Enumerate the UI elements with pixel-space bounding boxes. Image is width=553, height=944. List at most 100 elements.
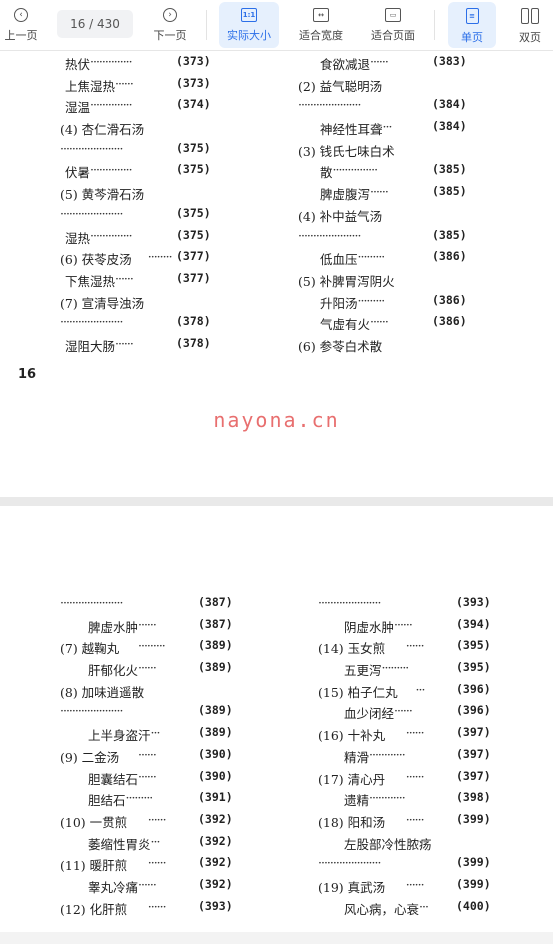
toc-entry[interactable]: (7) 越鞠丸 ········· (389) <box>60 638 240 660</box>
toc-entry[interactable]: 胆囊结石 ······ (390) <box>60 769 240 791</box>
toc-entry[interactable]: (14) 玉女煎 ······ (395) <box>318 638 498 660</box>
toolbar-divider <box>206 10 207 40</box>
toc-entry[interactable]: 热伏 ·············· (373) <box>60 54 220 76</box>
toc-entry-title: (11) 暖肝煎 <box>60 858 128 874</box>
toc-entry[interactable]: 精滑 ············ (397) <box>318 747 498 769</box>
double-page-button[interactable]: 双页 <box>508 2 552 48</box>
toc-entry[interactable]: (10) 一贯煎 ······ (392) <box>60 812 240 834</box>
toc-entry[interactable]: 湿阻大肠 ······ (378) <box>60 336 220 358</box>
toc-entry-leader: ·············· <box>90 227 133 243</box>
toc-entry-page: (377) <box>176 270 211 285</box>
fit-page-button[interactable]: ▭ 适合页面 <box>363 2 423 48</box>
toc-entry[interactable]: 下焦湿热 ······ (377) <box>60 271 220 293</box>
toc-entry[interactable]: (4) 补中益气汤 <box>298 206 478 228</box>
toc-entry[interactable]: 肝郁化火 ······ (389) <box>60 660 240 682</box>
toc-entry-leader: ··············· <box>332 162 379 178</box>
toc-entry-page: (384) <box>432 97 467 112</box>
toc-entry[interactable]: (6) 茯苓皮汤 ········ (377) <box>60 249 220 271</box>
toc-entry-title: (9) 二金汤 <box>60 749 120 765</box>
single-page-button[interactable]: ≡ 单页 <box>448 2 496 48</box>
toc-entry[interactable]: (18) 阳和汤 ······ (399) <box>318 812 498 834</box>
toc-entry[interactable]: ····················· (375) <box>60 206 220 228</box>
toc-entry[interactable]: 湿温 ·············· (374) <box>60 97 220 119</box>
toc-entry[interactable]: 升阳汤 ········· (386) <box>298 293 478 315</box>
prev-page-button[interactable]: ‹ 上一页 <box>0 2 42 48</box>
toc-entry[interactable]: (17) 清心丹 ······ (397) <box>318 769 498 791</box>
toc-entry[interactable]: 伏暑 ·············· (375) <box>60 162 220 184</box>
toc-entry[interactable]: (16) 十补丸 ······ (397) <box>318 725 498 747</box>
toc-entry-title: (10) 一贯煎 <box>60 814 128 830</box>
toc-entry[interactable]: 散 ··············· (385) <box>298 162 478 184</box>
double-page-icon <box>521 8 539 24</box>
toc-entry[interactable]: ····················· (387) <box>60 595 240 617</box>
toc-entry[interactable]: ····················· (385) <box>298 228 478 250</box>
toc-entry[interactable]: (9) 二金汤 ······ (390) <box>60 747 240 769</box>
toc-entry-page: (393) <box>198 898 233 913</box>
toc-entry[interactable]: ····················· (389) <box>60 703 240 725</box>
toc-entry[interactable]: 萎缩性胃炎 ··· (392) <box>60 834 240 856</box>
toc-entry[interactable]: (5) 黄芩滑石汤 <box>60 184 220 206</box>
toc-entry[interactable]: (12) 化肝煎 ······ (393) <box>60 899 240 921</box>
toc-entry[interactable]: 风心病，心衰 ··· (400) <box>318 899 498 921</box>
toc-entry[interactable]: (4) 杏仁滑石汤 <box>60 119 220 141</box>
toc-entry[interactable]: ····················· (399) <box>318 855 498 877</box>
toc-entry-title: 伏暑 <box>65 165 91 181</box>
toc-entry-leader: ··· <box>382 119 393 135</box>
page-counter[interactable]: 16 / 430 <box>57 10 133 38</box>
toc-entry-title: (3) 钱氏七味白术 <box>298 143 395 159</box>
toc-entry[interactable]: 左股部冷性脓疡 <box>318 834 498 856</box>
toc-entry[interactable]: ····················· (375) <box>60 141 220 163</box>
toc-entry[interactable]: 血少闭经 ······ (396) <box>318 703 498 725</box>
toc-entry-title: (14) 玉女煎 <box>318 641 386 657</box>
toc-entry[interactable]: 睾丸冷痛 ······ (392) <box>60 877 240 899</box>
toc-entry-leader: ·············· <box>90 162 133 178</box>
toc-entry-leader: ······ <box>394 616 413 632</box>
toc-entry[interactable]: (5) 补脾胃泻阴火 <box>298 271 478 293</box>
toc-entry[interactable]: (15) 柏子仁丸 ··· (396) <box>318 682 498 704</box>
toc-entry[interactable]: ····················· (378) <box>60 314 220 336</box>
prev-page-label: 上一页 <box>4 29 38 42</box>
toc-entry-title: (2) 益气聪明汤 <box>298 78 383 94</box>
toc-entry[interactable]: 脾虚水肿 ······ (387) <box>60 617 240 639</box>
toc-entry[interactable]: 神经性耳聋 ··· (384) <box>298 119 478 141</box>
toc-entry[interactable]: (8) 加味逍遥散 <box>60 682 240 704</box>
toc-entry-title: 上半身盗汗 <box>88 728 151 744</box>
toc-entry[interactable]: (11) 暖肝煎 ······ (392) <box>60 855 240 877</box>
toc-entry[interactable]: ····················· (384) <box>298 97 478 119</box>
toc-entry-page: (391) <box>198 790 233 805</box>
toc-entry[interactable]: 遗精 ············ (398) <box>318 790 498 812</box>
toc-entry[interactable]: 胆结石 ········· (391) <box>60 790 240 812</box>
toc-entry[interactable]: 食欲减退 ······ (383) <box>298 54 478 76</box>
toolbar-divider <box>434 10 435 40</box>
toc-entry-page: (397) <box>456 746 491 761</box>
toc-entry-page: (375) <box>176 205 211 220</box>
toc-entry[interactable]: 阴虚水肿 ······ (394) <box>318 617 498 639</box>
toc-entry-leader: ······ <box>405 876 425 892</box>
toc-entry[interactable]: ····················· (393) <box>318 595 498 617</box>
toc-entry[interactable]: 湿热 ·············· (375) <box>60 228 220 250</box>
toc-entry-page: (396) <box>456 681 491 696</box>
toc-entry-title: 脾虚水肿 <box>88 619 139 635</box>
toc-entry-page: (385) <box>432 227 467 242</box>
chevron-right-icon: › <box>163 8 177 22</box>
toc-entry[interactable]: 上焦湿热 ······ (373) <box>60 76 220 98</box>
toc-entry-page: (394) <box>456 616 491 631</box>
toc-entry[interactable]: 低血压 ········· (386) <box>298 249 478 271</box>
toc-entry[interactable]: 五更泻 ········· (395) <box>318 660 498 682</box>
actual-size-button[interactable]: 1:1 实际大小 <box>219 2 279 48</box>
toc-entry[interactable]: (3) 钱氏七味白术 <box>298 141 478 163</box>
toc-entry[interactable]: 气虚有火 ······ (386) <box>298 314 478 336</box>
toc-entry-leader: ······ <box>115 335 134 351</box>
double-page-label: 双页 <box>519 31 541 44</box>
fit-width-button[interactable]: ↔ 适合宽度 <box>291 2 351 48</box>
toc-entry[interactable]: (19) 真武汤 ······ (399) <box>318 877 498 899</box>
toc-entry[interactable]: 上半身盗汗 ··· (389) <box>60 725 240 747</box>
toc-entry-page: (397) <box>456 768 491 783</box>
toc-entry[interactable]: 脾虚腹泻 ······ (385) <box>298 184 478 206</box>
toc-entry-leader: ····················· <box>60 140 123 156</box>
toc-entry[interactable]: (7) 宣清导浊汤 <box>60 293 220 315</box>
toc-entry[interactable]: (6) 参苓白术散 <box>298 336 478 358</box>
toc-entry-leader: ······ <box>405 768 425 784</box>
next-page-button[interactable]: › 下一页 <box>148 2 192 48</box>
toc-entry[interactable]: (2) 益气聪明汤 <box>298 76 478 98</box>
